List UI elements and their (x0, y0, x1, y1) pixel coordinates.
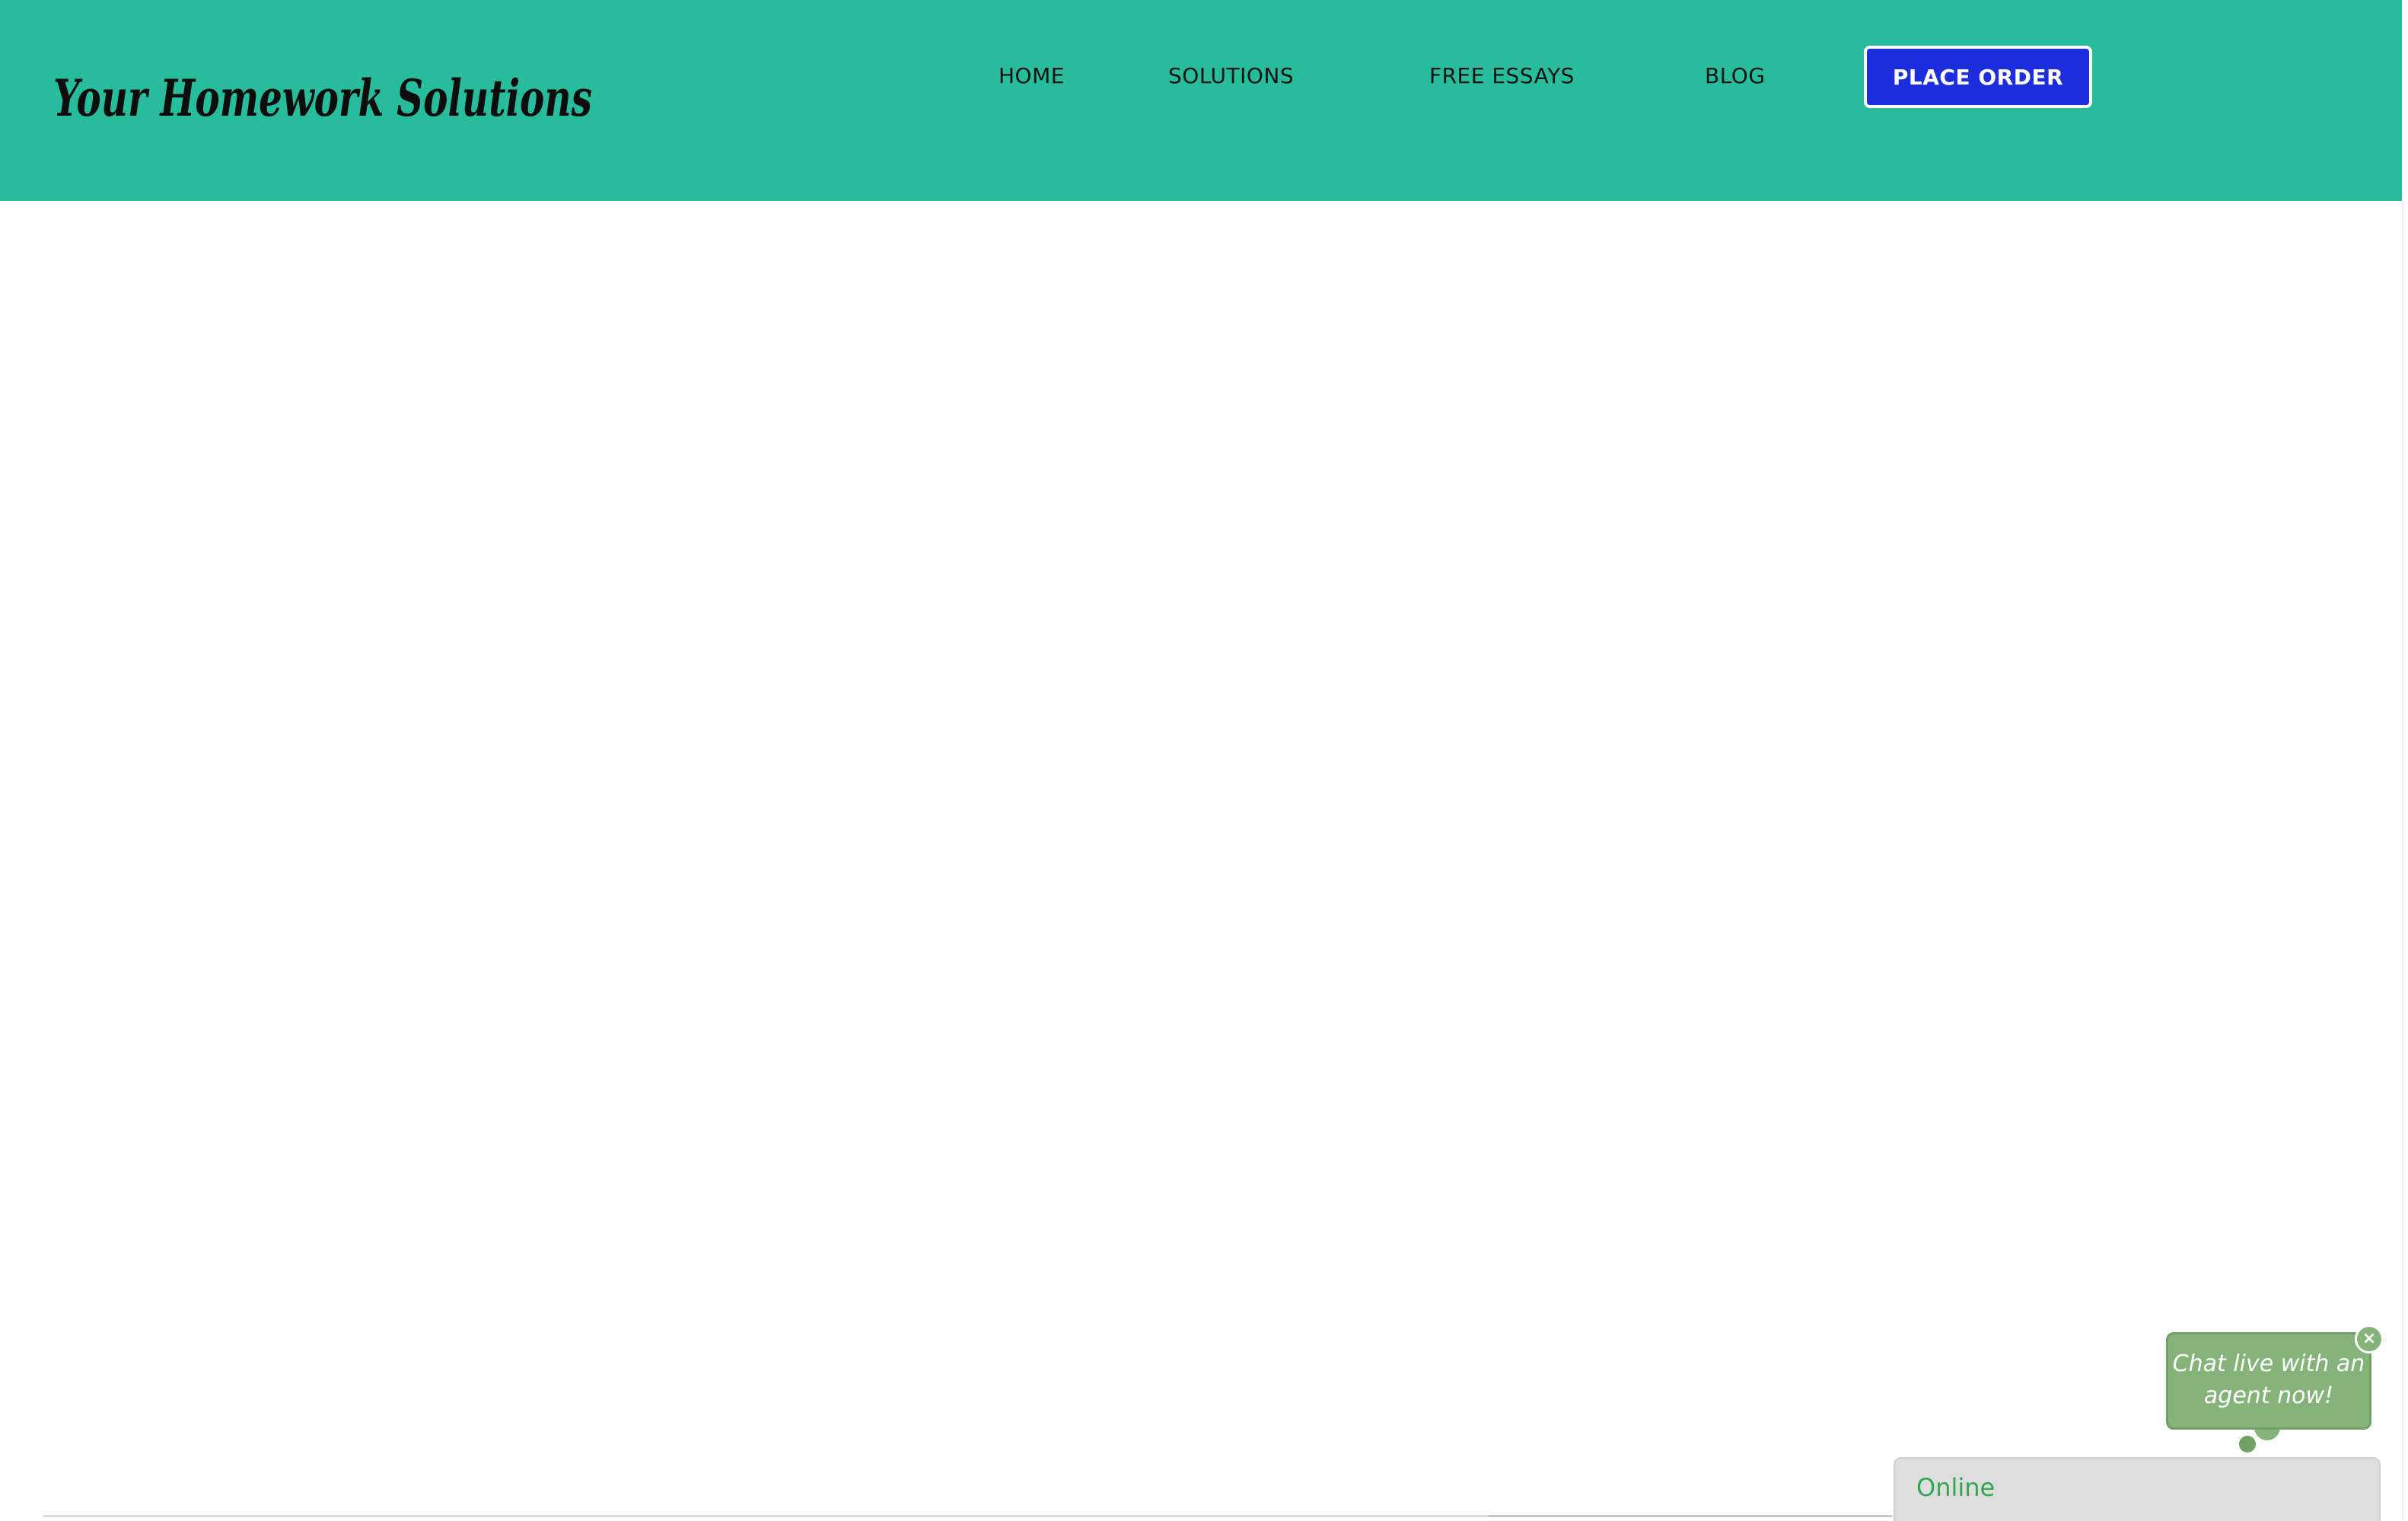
site-header: Your Homework Solutions HOME SOLUTIONS F… (0, 0, 2402, 201)
close-icon[interactable]: × (2355, 1325, 2384, 1354)
bottom-divider (43, 1515, 1489, 1517)
page-right-edge (2402, 201, 2403, 1521)
page: Your Homework Solutions HOME SOLUTIONS F… (0, 0, 2408, 1521)
chat-status-label: Online (1916, 1473, 1996, 1502)
site-logo[interactable]: Your Homework Solutions (50, 58, 598, 134)
place-order-button[interactable]: PLACE ORDER (1864, 46, 2092, 108)
logo-text: Your Homework Solutions (53, 69, 592, 128)
chat-widget-bar[interactable]: Online (1894, 1457, 2381, 1521)
nav-solutions-link[interactable]: SOLUTIONS (1168, 61, 1294, 91)
nav-home-link[interactable]: HOME (999, 61, 1065, 91)
chat-bubble-tail-dot (2239, 1436, 2256, 1452)
bottom-divider-secondary (1489, 1515, 1892, 1517)
nav-free-essays-link[interactable]: FREE ESSAYS (1429, 61, 1575, 91)
nav-blog-link[interactable]: BLOG (1705, 61, 1766, 91)
chat-invite-bubble[interactable]: Chat live with an agent now! (2166, 1332, 2371, 1430)
logo-wordmark: Your Homework Solutions (53, 69, 592, 128)
